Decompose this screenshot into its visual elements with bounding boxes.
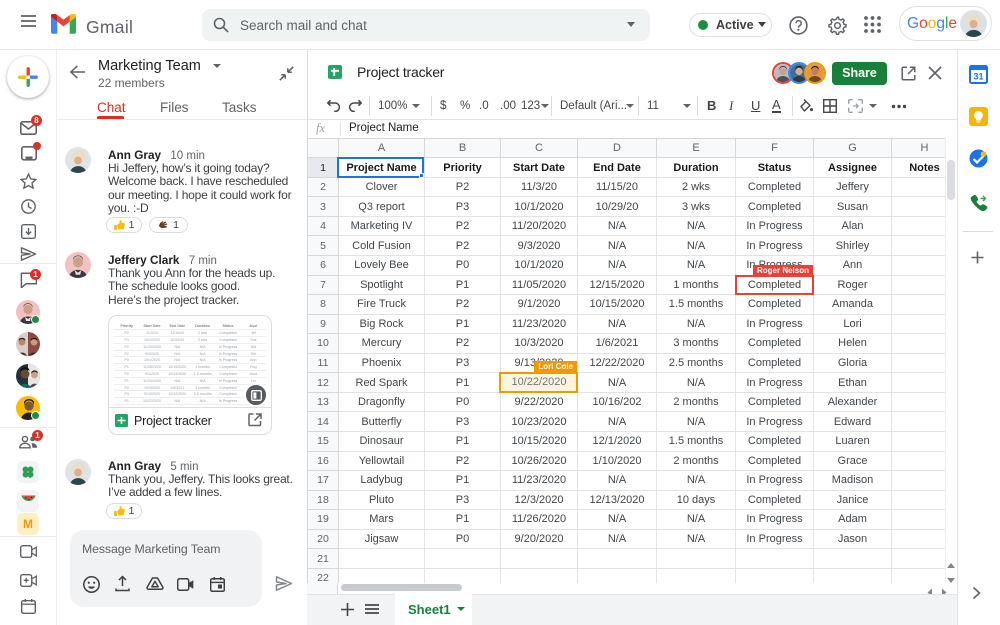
svg-text:31: 31 xyxy=(973,72,983,82)
svg-text:Google: Google xyxy=(907,15,957,32)
